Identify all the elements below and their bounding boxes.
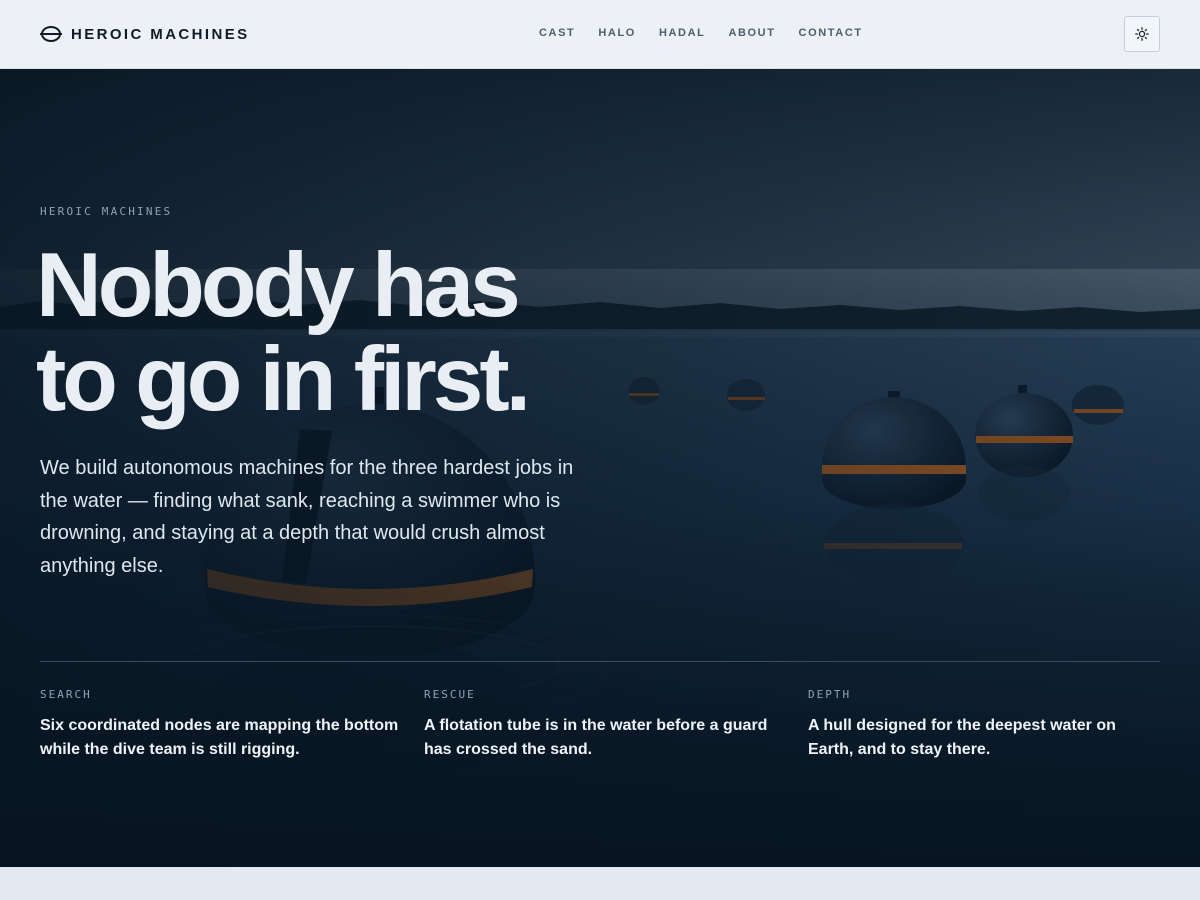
feature-label: RESCUE: [424, 688, 476, 701]
feature-text: Six coordinated nodes are mapping the bo…: [40, 717, 399, 758]
main-nav: CAST HALO HADAL ABOUT CONTACT: [539, 26, 863, 40]
theme-toggle-button[interactable]: [1124, 16, 1160, 52]
feature-rescue: RESCUE A flotation tube is in the water …: [424, 688, 784, 762]
hero-headline: Nobody has to go in first.: [36, 239, 596, 427]
nav-link-hadal[interactable]: HADAL: [659, 26, 706, 40]
site-header: HEROIC MACHINES CAST HALO HADAL ABOUT CO…: [0, 0, 1200, 69]
feature-search: SEARCH Six coordinated nodes are mapping…: [40, 688, 400, 762]
feature-text: A flotation tube is in the water before …: [424, 717, 768, 758]
brand-logo-link[interactable]: HEROIC MACHINES: [40, 22, 250, 46]
feature-label: DEPTH: [808, 688, 852, 701]
feature-text: A hull designed for the deepest water on…: [808, 717, 1116, 758]
hero-section: HEROIC MACHINES Nobody has to go in firs…: [0, 69, 1200, 867]
nav-link-cast[interactable]: CAST: [539, 26, 575, 40]
section-divider: [40, 661, 1160, 662]
feature-depth: DEPTH A hull designed for the deepest wa…: [808, 688, 1164, 762]
nav-link-about[interactable]: ABOUT: [728, 26, 775, 40]
feature-label: SEARCH: [40, 688, 92, 701]
sun-icon: [1135, 27, 1149, 41]
hero-headline-line: to go in first.: [36, 329, 531, 430]
brand-name: HEROIC MACHINES: [71, 25, 250, 43]
nav-link-contact[interactable]: CONTACT: [799, 26, 863, 40]
hero-headline-line: Nobody has: [36, 235, 521, 336]
hemisphere-logo-icon: [40, 26, 62, 42]
nav-link-halo[interactable]: HALO: [598, 26, 636, 40]
hero-eyebrow: HEROIC MACHINES: [40, 205, 173, 218]
hero-intro: We build autonomous machines for the thr…: [40, 457, 574, 577]
